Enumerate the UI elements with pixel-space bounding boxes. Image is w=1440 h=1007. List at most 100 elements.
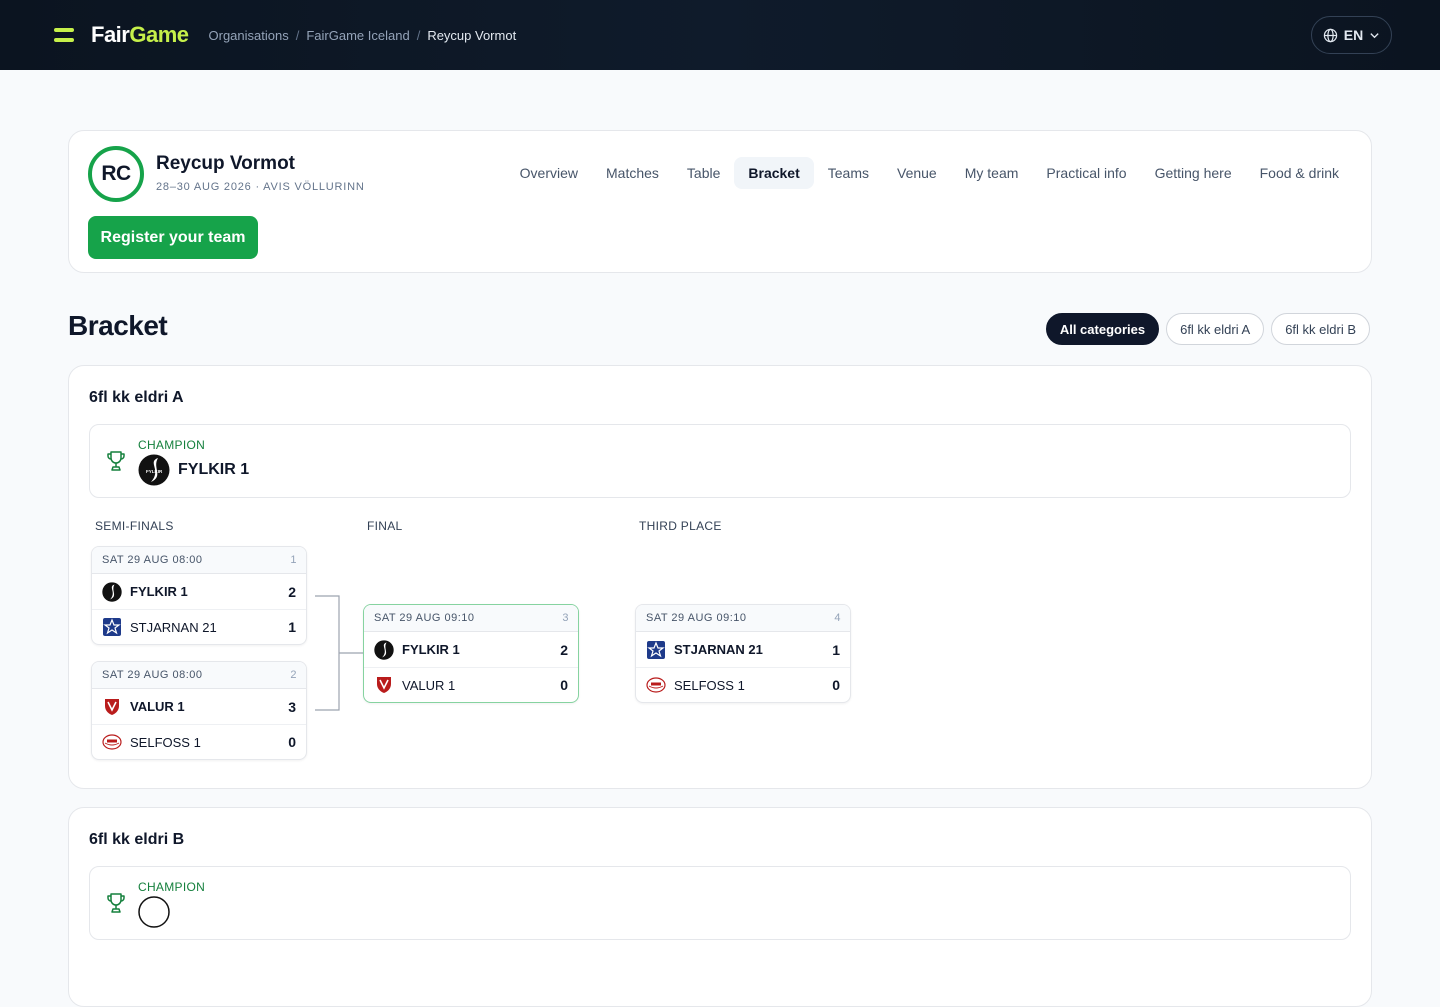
- team-score: 1: [288, 619, 296, 635]
- language-label: EN: [1343, 27, 1364, 43]
- breadcrumb-separator: /: [416, 27, 421, 43]
- category-title: 6fl kk eldri A: [89, 389, 184, 406]
- filter-6fl-kk-eldri-b[interactable]: 6fl kk eldri B: [1271, 313, 1370, 345]
- tab-matches[interactable]: Matches: [592, 157, 673, 189]
- svg-text:FYLKIR: FYLKIR: [146, 469, 163, 474]
- breadcrumb-organisations[interactable]: Organisations: [209, 28, 289, 43]
- fylkir-crest-icon: [102, 581, 122, 602]
- champion-label: CHAMPION: [138, 438, 206, 452]
- category-title: 6fl kk eldri B: [89, 831, 185, 848]
- round-label-third-place: THIRD PLACE: [639, 519, 722, 533]
- team-crest-icon: [138, 896, 170, 928]
- match-number: 1: [290, 554, 297, 566]
- match-card[interactable]: SAT 29 AUG 09:10 3 FYLKIR 1 2 VALUR 1 0: [363, 604, 579, 703]
- tournament-meta: 28–30 AUG 2026 · AVIS VÖLLURINN: [156, 181, 365, 193]
- breadcrumb-separator: /: [295, 27, 300, 43]
- match-team-row[interactable]: STJARNAN 21 1: [636, 632, 850, 667]
- champion-team[interactable]: [138, 896, 170, 928]
- globe-icon: [1323, 28, 1337, 42]
- selfoss-crest-icon: [102, 732, 122, 752]
- match-time: SAT 29 AUG 09:10: [646, 612, 747, 624]
- match-number: 4: [834, 612, 841, 624]
- champion-team-name: FYLKIR 1: [178, 461, 250, 478]
- match-team-row[interactable]: FYLKIR 1 2: [92, 574, 306, 609]
- trophy-icon: [107, 451, 125, 471]
- match-card[interactable]: SAT 29 AUG 09:10 4 STJARNAN 21 1 SELFOSS…: [635, 604, 851, 703]
- team-name: VALUR 1: [402, 677, 456, 693]
- match-header: SAT 29 AUG 09:10 3: [364, 605, 578, 632]
- top-bar: FairGame Organisations / FairGame Icelan…: [0, 0, 1440, 70]
- champion-box: CHAMPION FYLKIR FYLKIR 1: [89, 424, 1351, 498]
- champion-box: CHAMPION: [89, 866, 1351, 940]
- filter-all-categories[interactable]: All categories: [1045, 313, 1160, 345]
- valur-crest-icon: [374, 675, 394, 695]
- stjarnan-crest-icon: [102, 617, 122, 637]
- tab-teams[interactable]: Teams: [814, 157, 883, 189]
- match-time: SAT 29 AUG 08:00: [102, 554, 203, 566]
- tournament-tabs: Overview Matches Table Bracket Teams Ven…: [506, 157, 1353, 189]
- match-number: 3: [562, 612, 569, 624]
- match-card[interactable]: SAT 29 AUG 08:00 2 VALUR 1 3 SELFOSS 1 0: [91, 661, 307, 760]
- breadcrumb: Organisations / FairGame Iceland / Reycu…: [209, 28, 517, 43]
- match-team-row[interactable]: FYLKIR 1 2: [364, 632, 578, 667]
- register-team-button[interactable]: Register your team: [88, 216, 258, 259]
- tournament-name: Reycup Vormot: [156, 153, 296, 174]
- team-name: FYLKIR 1: [402, 642, 460, 657]
- team-score: 1: [832, 641, 840, 658]
- stjarnan-crest-icon: [646, 640, 666, 660]
- filter-6fl-kk-eldri-a[interactable]: 6fl kk eldri A: [1166, 313, 1265, 345]
- team-score: 0: [288, 734, 296, 750]
- breadcrumb-current: Reycup Vormot: [427, 27, 517, 43]
- selfoss-crest-icon: [646, 675, 666, 695]
- match-card[interactable]: SAT 29 AUG 08:00 1 FYLKIR 1 2 STJARNAN 2…: [91, 546, 307, 645]
- page-title: Bracket: [68, 310, 168, 341]
- fylkir-crest-icon: [374, 639, 394, 660]
- team-score: 0: [832, 677, 840, 693]
- tab-overview[interactable]: Overview: [506, 157, 592, 189]
- round-label-semi-finals: SEMI-FINALS: [95, 519, 174, 533]
- category-card: 6fl kk eldri B CHAMPION: [68, 807, 1372, 1007]
- match-team-row[interactable]: SELFOSS 1 0: [92, 724, 306, 759]
- category-filters: All categories 6fl kk eldri A 6fl kk eld…: [1045, 313, 1370, 345]
- match-number: 2: [290, 669, 297, 681]
- champion-label: CHAMPION: [138, 880, 206, 894]
- breadcrumb-fairgame-iceland[interactable]: FairGame Iceland: [306, 28, 409, 43]
- tab-getting-here[interactable]: Getting here: [1141, 157, 1246, 189]
- match-time: SAT 29 AUG 09:10: [374, 612, 475, 624]
- trophy-icon: [107, 893, 125, 913]
- fairgame-logo[interactable]: FairGame: [91, 22, 189, 48]
- match-team-row[interactable]: STJARNAN 21 1: [92, 609, 306, 644]
- tournament-badge: RC: [88, 146, 144, 202]
- champion-team[interactable]: FYLKIR FYLKIR 1: [138, 454, 249, 486]
- match-team-row[interactable]: VALUR 1 0: [364, 667, 578, 702]
- match-team-row[interactable]: VALUR 1 3: [92, 689, 306, 724]
- match-team-row[interactable]: SELFOSS 1 0: [636, 667, 850, 702]
- team-name: SELFOSS 1: [674, 677, 745, 693]
- tab-my-team[interactable]: My team: [951, 157, 1033, 189]
- match-time: SAT 29 AUG 08:00: [102, 669, 203, 681]
- tab-venue[interactable]: Venue: [883, 157, 951, 189]
- team-name: STJARNAN 21: [674, 642, 763, 657]
- tab-food-drink[interactable]: Food & drink: [1246, 157, 1353, 189]
- category-card: 6fl kk eldri A CHAMPION FYLKIR FYLKIR 1 …: [68, 365, 1372, 789]
- chevron-down-icon: [1370, 32, 1379, 38]
- team-score: 3: [288, 698, 296, 715]
- team-name: VALUR 1: [130, 699, 185, 714]
- team-score: 2: [288, 583, 296, 600]
- tab-practical-info[interactable]: Practical info: [1032, 157, 1140, 189]
- bracket-connector: [315, 595, 364, 711]
- menu-icon[interactable]: [54, 28, 74, 42]
- round-label-final: FINAL: [367, 519, 403, 533]
- match-header: SAT 29 AUG 08:00 1: [92, 547, 306, 574]
- valur-crest-icon: [102, 697, 122, 717]
- language-selector[interactable]: EN: [1311, 16, 1392, 54]
- team-name: SELFOSS 1: [130, 734, 201, 750]
- tab-table[interactable]: Table: [673, 157, 734, 189]
- tournament-card: RC Reycup Vormot 28–30 AUG 2026 · AVIS V…: [68, 130, 1372, 273]
- tab-bracket[interactable]: Bracket: [734, 157, 814, 189]
- fylkir-crest-icon: FYLKIR: [138, 454, 170, 486]
- team-score: 0: [560, 677, 568, 693]
- match-header: SAT 29 AUG 09:10 4: [636, 605, 850, 632]
- match-header: SAT 29 AUG 08:00 2: [92, 662, 306, 689]
- team-name: STJARNAN 21: [130, 619, 217, 635]
